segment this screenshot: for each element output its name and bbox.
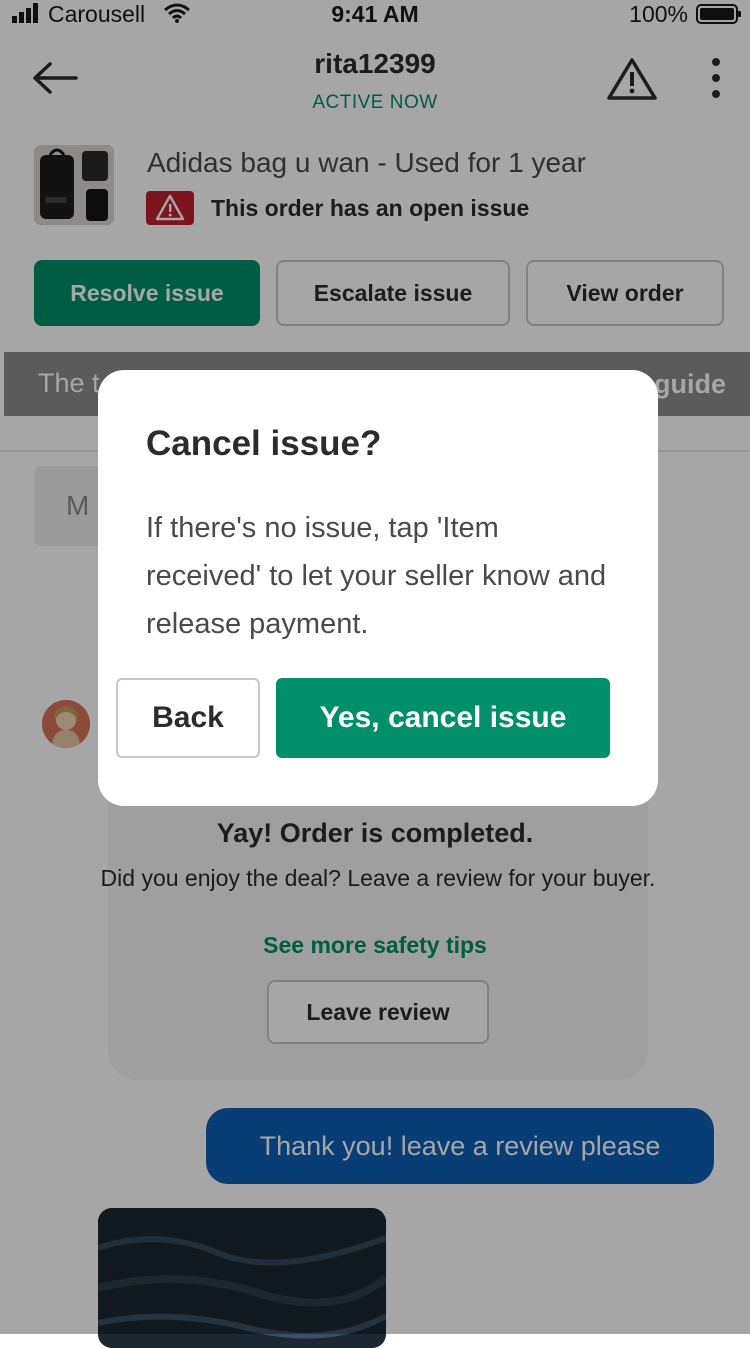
dialog-body: If there's no issue, tap 'Item received'… xyxy=(146,512,607,640)
back-button[interactable]: Back xyxy=(116,678,260,758)
dialog-title: Cancel issue? xyxy=(146,424,382,463)
cancel-issue-dialog: Cancel issue? If there's no issue, tap '… xyxy=(98,370,658,806)
confirm-cancel-issue-button[interactable]: Yes, cancel issue xyxy=(276,678,610,758)
